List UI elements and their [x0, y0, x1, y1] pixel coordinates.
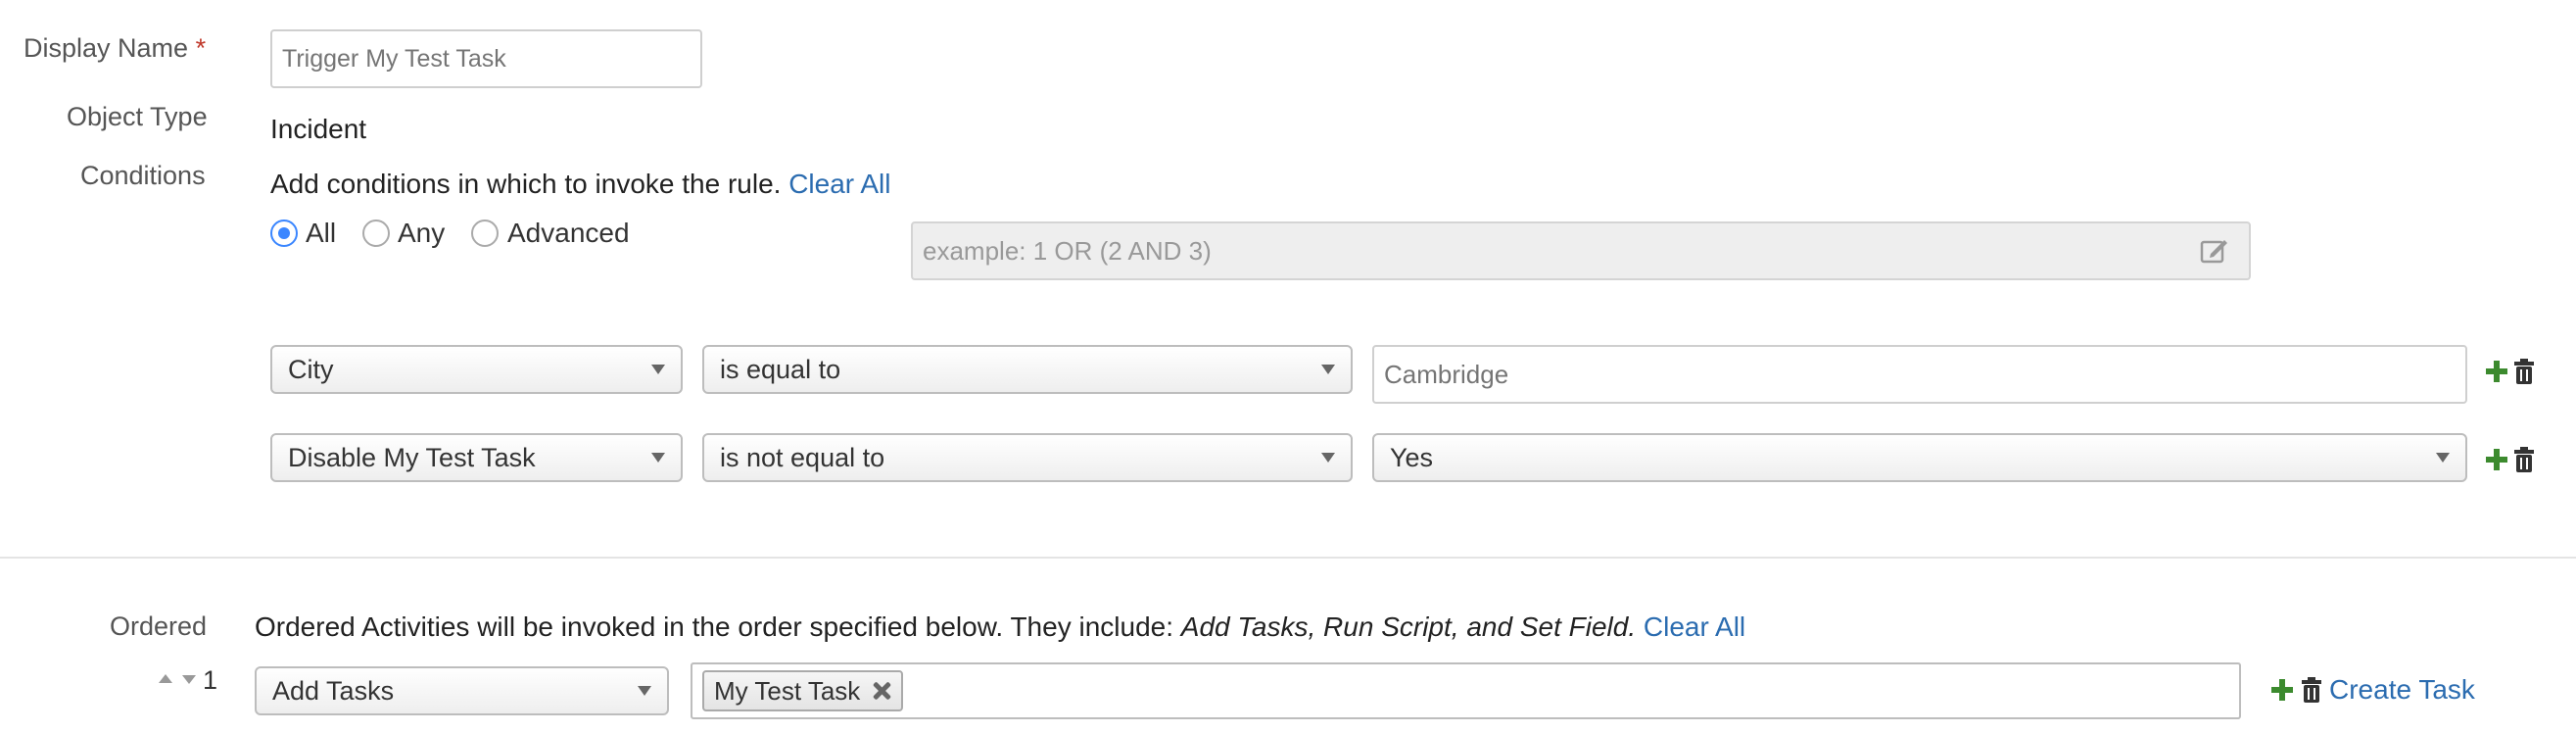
delete-activity-trash-icon[interactable]: [2302, 677, 2321, 703]
conditions-intro: Add conditions in which to invoke the ru…: [270, 169, 890, 200]
condition-2-value: Yes: [1390, 442, 1434, 472]
condition-1-value-input[interactable]: [1372, 345, 2467, 404]
edit-icon[interactable]: [2200, 237, 2229, 265]
conditions-label: Conditions: [80, 161, 206, 190]
object-type-value: Incident: [270, 114, 367, 144]
mode-any-label[interactable]: Any: [398, 218, 445, 249]
conditions-clear-all-link[interactable]: Clear All: [788, 169, 890, 199]
condition-2-operator-select[interactable]: is not equal to: [702, 433, 1353, 482]
dropdown-caret-icon: [651, 453, 665, 463]
move-down-icon[interactable]: [182, 675, 196, 684]
object-type-label: Object Type: [67, 102, 208, 131]
ordered-description: Ordered Activities will be invoked in th…: [255, 611, 1745, 643]
condition-1-field-value: City: [288, 354, 334, 384]
condition-2-field-value: Disable My Test Task: [288, 442, 536, 472]
create-task-link[interactable]: Create Task: [2329, 674, 2475, 706]
remove-tag-icon[interactable]: [872, 681, 891, 701]
mode-all-label[interactable]: All: [306, 218, 336, 249]
condition-1-operator-value: is equal to: [720, 354, 841, 384]
ordered-label: Ordered: [110, 611, 208, 641]
dropdown-caret-icon: [1321, 453, 1335, 463]
delete-condition-trash-icon[interactable]: [2514, 359, 2534, 384]
ordered-description-text: Ordered Activities will be invoked in th…: [255, 611, 1173, 642]
mode-advanced-label[interactable]: Advanced: [507, 218, 630, 249]
dropdown-caret-icon: [638, 686, 651, 696]
mode-all-radio[interactable]: [270, 220, 298, 247]
dropdown-caret-icon: [2436, 453, 2450, 463]
add-condition-plus-icon[interactable]: [2486, 361, 2507, 382]
task-tags-input[interactable]: My Test Task: [691, 662, 2241, 719]
mode-any-radio[interactable]: [362, 220, 390, 247]
display-name-input[interactable]: [270, 29, 702, 88]
condition-2-value-select[interactable]: Yes: [1372, 433, 2467, 482]
add-condition-plus-icon[interactable]: [2486, 449, 2507, 470]
move-up-icon[interactable]: [159, 674, 172, 683]
advanced-expression-placeholder: example: 1 OR (2 AND 3): [923, 235, 1212, 266]
delete-condition-trash-icon[interactable]: [2514, 447, 2534, 472]
dropdown-caret-icon: [651, 365, 665, 374]
condition-2-operator-value: is not equal to: [720, 442, 885, 472]
activity-type-select[interactable]: Add Tasks: [255, 666, 669, 715]
advanced-expression-input: example: 1 OR (2 AND 3): [911, 221, 2251, 280]
display-name-label: Display Name *: [24, 33, 207, 63]
mode-advanced-radio[interactable]: [471, 220, 499, 247]
dropdown-caret-icon: [1321, 365, 1335, 374]
ordered-row-index: 1: [203, 665, 218, 695]
ordered-clear-all-link[interactable]: Clear All: [1644, 611, 1745, 642]
task-tag-label: My Test Task: [714, 675, 861, 706]
conditions-intro-text: Add conditions in which to invoke the ru…: [270, 169, 782, 199]
condition-2-field-select[interactable]: Disable My Test Task: [270, 433, 683, 482]
condition-1-operator-select[interactable]: is equal to: [702, 345, 1353, 394]
activity-type-value: Add Tasks: [272, 675, 395, 706]
add-activity-plus-icon[interactable]: [2271, 679, 2293, 701]
required-marker: *: [195, 33, 207, 63]
section-divider: [0, 557, 2576, 559]
ordered-description-activities: Add Tasks, Run Script, and Set Field.: [1180, 611, 1637, 642]
condition-1-field-select[interactable]: City: [270, 345, 683, 394]
task-tag: My Test Task: [702, 670, 904, 711]
